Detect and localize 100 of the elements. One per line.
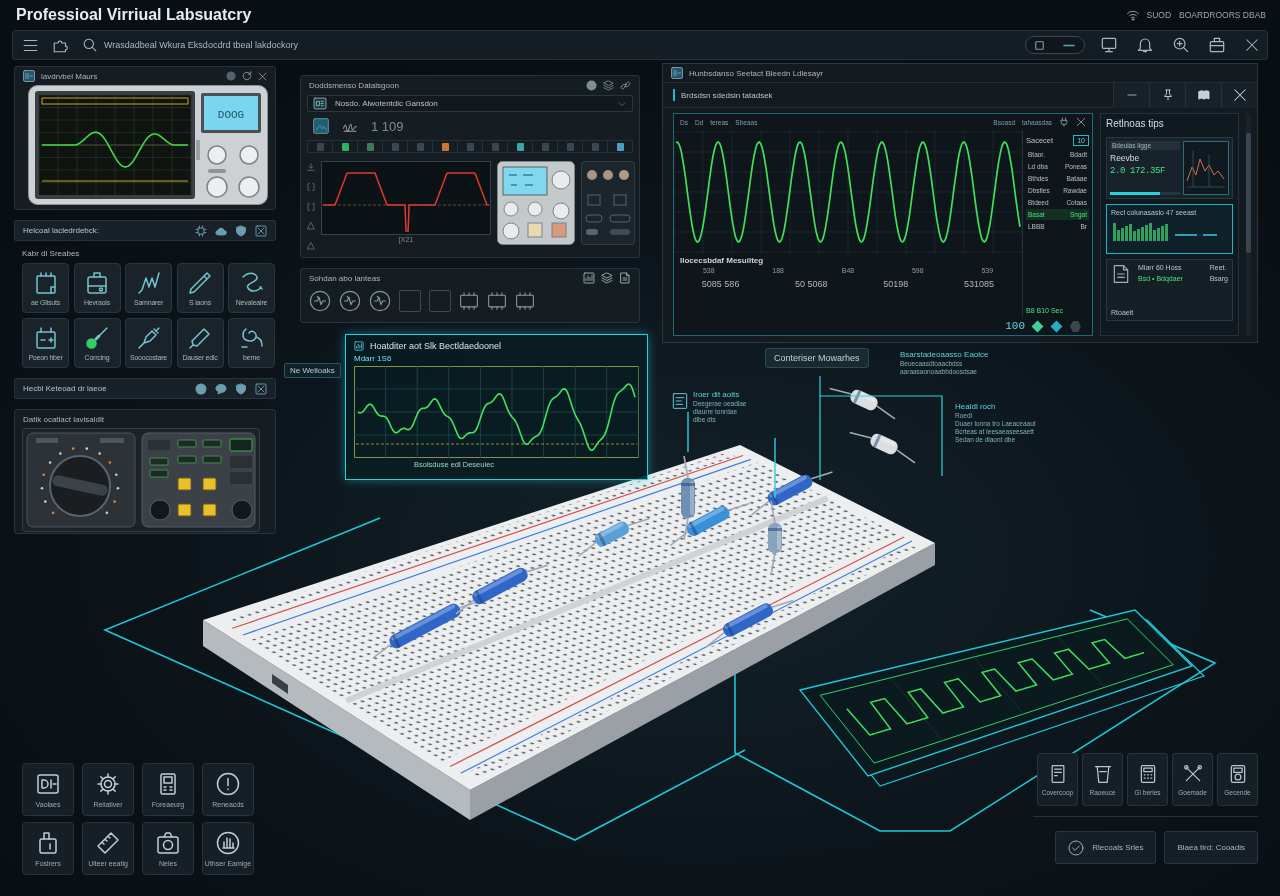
close-button[interactable] bbox=[1221, 82, 1257, 108]
document-icon bbox=[1111, 264, 1131, 284]
note-title: Healdl roch bbox=[955, 402, 996, 411]
bar-title: Hecbl Keteoad dr laeoe bbox=[23, 384, 107, 393]
panel-title: Datik ocatlact lavisaldlt bbox=[23, 414, 104, 424]
check-circle-icon bbox=[1068, 839, 1085, 856]
camera-icon bbox=[156, 830, 180, 855]
search-icon[interactable] bbox=[83, 38, 97, 52]
window-title: Hunbsdanso Seetact Bleedn Ldlesayr bbox=[689, 68, 823, 78]
bracket-icon[interactable] bbox=[307, 202, 315, 211]
panel-title: Doddsmenso Datalsgoon bbox=[309, 80, 399, 90]
wire bbox=[774, 437, 776, 499]
diamond-icon[interactable] bbox=[1050, 319, 1063, 333]
calendar-icon bbox=[33, 270, 58, 295]
pin-icon bbox=[1161, 89, 1174, 101]
chip-icon[interactable] bbox=[195, 224, 207, 237]
view-button[interactable] bbox=[1025, 36, 1085, 54]
dot-icon[interactable] bbox=[226, 71, 236, 81]
metric-label: Reevbe bbox=[1110, 153, 1140, 163]
document-icon[interactable] bbox=[619, 272, 631, 284]
meter-icon bbox=[36, 771, 60, 796]
zoom-in-icon[interactable] bbox=[1173, 37, 1189, 53]
close-icon bbox=[1232, 88, 1247, 102]
probe-icon bbox=[136, 325, 161, 350]
spring-icon bbox=[136, 270, 161, 295]
action-button[interactable]: Rlecoals Srles bbox=[1055, 831, 1157, 864]
diamond-icon[interactable] bbox=[1031, 319, 1044, 333]
close-icon[interactable] bbox=[1245, 38, 1259, 52]
square-icon bbox=[1035, 40, 1044, 50]
monitor-icon[interactable] bbox=[1101, 37, 1117, 53]
panel-title: Sohdan abo lanteas bbox=[309, 273, 381, 283]
dot-icon[interactable] bbox=[586, 79, 597, 91]
triangle-icon[interactable] bbox=[307, 222, 315, 231]
app-icon bbox=[671, 67, 683, 79]
x-box-icon[interactable] bbox=[255, 382, 267, 395]
wifi-icon bbox=[1126, 9, 1139, 21]
link-icon[interactable] bbox=[620, 79, 631, 91]
status-text: SUOD bbox=[1146, 10, 1172, 20]
note-title: Bsarstadeoaasso Eaolce bbox=[900, 350, 989, 359]
pen-icon bbox=[188, 270, 212, 295]
scale-label: 50 5068 bbox=[795, 279, 828, 289]
layers-icon[interactable] bbox=[601, 272, 613, 284]
circuit-icon[interactable] bbox=[369, 290, 391, 312]
dot-icon[interactable] bbox=[195, 382, 207, 395]
scale-label: 531085 bbox=[964, 279, 995, 289]
marker-icon bbox=[188, 325, 212, 350]
book-button[interactable] bbox=[1185, 82, 1221, 108]
hologram-tag: Ne Welloaks bbox=[284, 363, 341, 378]
download-icon[interactable] bbox=[307, 163, 315, 171]
close-icon[interactable] bbox=[258, 71, 267, 81]
wire bbox=[687, 411, 689, 453]
mini-chart-drawing bbox=[1183, 141, 1229, 195]
module-icon bbox=[312, 97, 328, 110]
chip-outline-icon[interactable] bbox=[515, 291, 535, 311]
tools-icon bbox=[1182, 763, 1203, 784]
panel-title: Retlnoas tips bbox=[1106, 118, 1164, 131]
shield-icon[interactable] bbox=[235, 224, 247, 237]
refresh-icon[interactable] bbox=[242, 71, 252, 81]
minimize-icon bbox=[1126, 94, 1137, 96]
bar-chart-icon bbox=[216, 830, 240, 855]
chart-icon[interactable] bbox=[583, 272, 595, 284]
triangle-icon[interactable] bbox=[307, 242, 315, 250]
alert-icon bbox=[216, 771, 240, 796]
circuit-icon[interactable] bbox=[339, 290, 361, 312]
app-title: Professioal Virriual Labsuatcry bbox=[16, 6, 252, 24]
connector-tag: Conteriser Mowarhes bbox=[765, 348, 869, 368]
window-subtitle: Brdsdsn sdedsin tatadsek bbox=[681, 90, 773, 100]
case-icon bbox=[85, 270, 109, 295]
book-icon bbox=[1195, 89, 1212, 101]
chart-icon bbox=[354, 340, 364, 351]
plug-icon[interactable] bbox=[1059, 117, 1069, 127]
progress-bar bbox=[1110, 192, 1180, 195]
bar-title: Helcoal lacledrdebck: bbox=[23, 226, 100, 235]
pin-button[interactable] bbox=[1149, 82, 1185, 108]
action-button[interactable]: Blaea tird: Cooadis bbox=[1164, 831, 1258, 864]
breadcrumb: Wrasdadbeal Wkura Eksdocdrd tbeal lakdockory bbox=[104, 40, 298, 50]
bell-icon[interactable] bbox=[1137, 37, 1153, 53]
plot-label: Mdarr 1S6 bbox=[354, 354, 392, 365]
toolbox-icon[interactable] bbox=[1209, 37, 1225, 53]
chip-outline-icon[interactable] bbox=[459, 291, 479, 311]
reading-value: 1 109 bbox=[371, 118, 404, 134]
bracket-icon[interactable] bbox=[307, 182, 315, 191]
metric-value: 2.0 172.35F bbox=[1110, 166, 1165, 176]
x-box-icon[interactable] bbox=[255, 224, 267, 237]
scrollbar[interactable] bbox=[1246, 113, 1251, 336]
card-icon bbox=[672, 390, 688, 412]
close-icon[interactable] bbox=[1076, 117, 1086, 127]
hologram-title: Hoatditer aot Slk Bectldaedoonel bbox=[370, 340, 502, 351]
shield-icon[interactable] bbox=[235, 382, 247, 395]
layers-icon[interactable] bbox=[603, 79, 614, 91]
circuit-icon[interactable] bbox=[309, 290, 331, 312]
device-dropdown[interactable]: Nosdo. Alwotentdic Gansdon bbox=[307, 95, 633, 112]
battery-icon bbox=[33, 325, 58, 350]
menu-icon[interactable] bbox=[23, 37, 38, 53]
window-title: lavdrvbel Maurs bbox=[41, 71, 98, 81]
chip-outline-icon[interactable] bbox=[487, 291, 507, 311]
chat-icon[interactable] bbox=[215, 382, 227, 395]
screwdriver-icon bbox=[85, 325, 109, 350]
app-icon bbox=[23, 70, 35, 82]
bin-icon bbox=[1092, 763, 1113, 784]
